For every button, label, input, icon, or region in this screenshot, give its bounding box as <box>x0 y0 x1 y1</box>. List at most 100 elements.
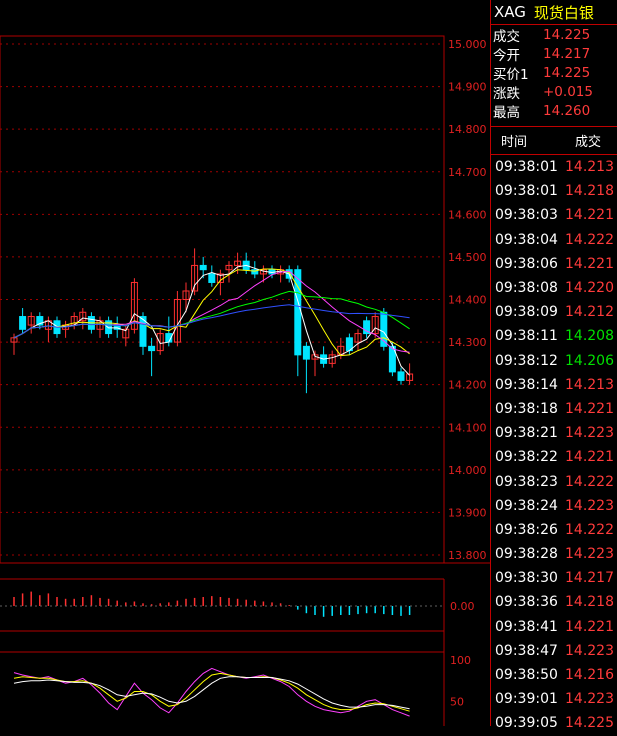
tick-row[interactable]: 09:38:47 14.223 <box>491 639 617 663</box>
tick-header-price: 成交 <box>575 135 602 150</box>
tick-row[interactable]: 09:38:12 14.206 <box>491 349 617 373</box>
tick-price: 14.222 <box>565 231 614 248</box>
tick-row[interactable]: 09:38:21 14.223 <box>491 421 617 445</box>
quote-value: 14.260 <box>543 102 591 119</box>
quote-label: 今开 <box>493 47 520 64</box>
tick-row[interactable]: 09:38:41 14.221 <box>491 615 617 639</box>
tick-price: 14.222 <box>565 473 614 490</box>
tick-price: 14.208 <box>565 328 614 345</box>
tick-price: 14.218 <box>565 594 614 611</box>
tick-row[interactable]: 09:38:14 14.213 <box>491 373 617 397</box>
tick-time: 09:38:36 <box>495 594 558 611</box>
tick-time: 09:38:30 <box>495 570 558 587</box>
tick-price: 14.223 <box>565 546 614 563</box>
quote-value: 14.225 <box>543 64 591 81</box>
tick-price: 14.221 <box>565 255 614 272</box>
tick-row[interactable]: 09:38:23 14.222 <box>491 469 617 493</box>
tick-time: 09:38:12 <box>495 352 558 369</box>
tick-price: 14.220 <box>565 280 614 297</box>
tick-time: 09:38:01 <box>495 183 558 200</box>
tick-time: 09:38:22 <box>495 449 558 466</box>
tick-row[interactable]: 09:38:22 14.221 <box>491 445 617 469</box>
quote-value: 14.217 <box>543 45 591 62</box>
y-tick-label: 14.400 <box>448 294 487 307</box>
tick-row[interactable]: 09:38:24 14.223 <box>491 494 617 518</box>
tick-price: 14.221 <box>565 449 614 466</box>
kline-chart-area[interactable]: 15.000 14.900 14.800 14.700 14.600 14.500 14.4… <box>0 0 490 726</box>
tick-time: 09:38:24 <box>495 497 558 514</box>
y-tick-label: 14.000 <box>448 464 487 477</box>
tick-price: 14.221 <box>565 400 614 417</box>
tick-time: 09:38:03 <box>495 207 558 224</box>
quote-row: 买价1 14.225 <box>491 63 617 83</box>
candle-body <box>199 264 207 271</box>
tick-row[interactable]: 09:38:04 14.222 <box>491 228 617 252</box>
tick-row[interactable]: 09:38:09 14.212 <box>491 300 617 324</box>
tick-time: 09:39:01 <box>495 691 558 708</box>
tick-time: 09:38:28 <box>495 546 558 563</box>
tick-row[interactable]: 09:38:01 14.218 <box>491 179 617 203</box>
quote-row: 成交 14.225 <box>491 25 617 45</box>
tick-row[interactable]: 09:39:01 14.223 <box>491 687 617 711</box>
tick-time: 09:38:21 <box>495 425 558 442</box>
tick-time: 09:38:11 <box>495 328 558 345</box>
y-tick-label: 14.900 <box>448 81 487 94</box>
instrument-name: 现货白银 <box>533 3 594 22</box>
tick-row[interactable]: 09:38:30 14.217 <box>491 566 617 590</box>
y-tick-label: 14.600 <box>448 208 487 221</box>
tick-time: 09:38:23 <box>495 473 558 490</box>
tick-time: 09:38:41 <box>495 618 558 635</box>
tick-row[interactable]: 09:38:26 14.222 <box>491 518 617 542</box>
quote-label: 成交 <box>493 28 520 45</box>
y-tick-label: 14.300 <box>448 336 487 349</box>
tick-row[interactable]: 09:38:01 14.213 <box>491 155 617 179</box>
candle-body <box>302 345 310 360</box>
oscillator-line <box>13 672 410 712</box>
quote-label: 买价1 <box>493 66 529 83</box>
tick-list[interactable]: 09:38:01 14.213 09:38:01 14.218 09:38:03 14.2… <box>491 155 617 736</box>
tick-time: 09:39:05 <box>495 715 558 732</box>
tick-price: 14.216 <box>565 667 614 684</box>
tick-row[interactable]: 09:38:11 14.208 <box>491 324 617 348</box>
tick-price: 14.223 <box>565 642 614 659</box>
quote-panel: XAG 现货白银 成交 14.225 今开 14.217 买价1 14.225 涨跌 +… <box>490 0 617 731</box>
tick-row[interactable]: 09:39:05 14.225 <box>491 711 617 735</box>
y-tick-label: 14.200 <box>448 379 487 392</box>
quote-row: 涨跌 +0.015 <box>491 82 617 102</box>
tick-row[interactable]: 09:38:28 14.223 <box>491 542 617 566</box>
tick-price: 14.213 <box>565 159 614 176</box>
quote-row: 最高 14.260 <box>491 101 617 121</box>
tick-price: 14.217 <box>565 570 614 587</box>
tick-price: 14.225 <box>565 715 614 732</box>
tick-list-header: 时间 成交 <box>491 127 617 154</box>
quote-row: 今开 14.217 <box>491 44 617 64</box>
y-tick-label: 15.000 <box>448 38 487 51</box>
tick-time: 09:38:14 <box>495 376 558 393</box>
tick-row[interactable]: 09:38:36 14.218 <box>491 590 617 614</box>
tick-time: 09:38:09 <box>495 304 558 321</box>
instrument-code: XAG <box>494 3 526 21</box>
y-tick-label: 14.800 <box>448 123 487 136</box>
tick-time: 09:38:47 <box>495 642 558 659</box>
tick-time: 09:38:26 <box>495 521 558 538</box>
tick-row[interactable]: 09:38:50 14.216 <box>491 663 617 687</box>
oscillator-tick-label: 50 <box>450 695 464 708</box>
tick-price: 14.218 <box>565 183 614 200</box>
tick-header-time: 时间 <box>501 135 528 150</box>
tick-time: 09:38:04 <box>495 231 558 248</box>
kline-chart[interactable]: 15.000 14.900 14.800 14.700 14.600 14.500 14.4… <box>0 0 490 726</box>
tick-price: 14.206 <box>565 352 614 369</box>
tick-price: 14.212 <box>565 304 614 321</box>
tick-row[interactable]: 09:38:06 14.221 <box>491 252 617 276</box>
y-tick-label: 14.700 <box>448 166 487 179</box>
quote-value: 14.225 <box>543 26 591 43</box>
tick-row[interactable]: 09:38:08 14.220 <box>491 276 617 300</box>
tick-time: 09:38:01 <box>495 159 558 176</box>
tick-row[interactable]: 09:38:03 14.221 <box>491 203 617 227</box>
y-tick-label: 13.800 <box>448 549 487 562</box>
tick-time: 09:38:08 <box>495 280 558 297</box>
y-tick-label: 13.900 <box>448 506 487 519</box>
tick-price: 14.221 <box>565 618 614 635</box>
tick-row[interactable]: 09:38:18 14.221 <box>491 397 617 421</box>
tick-time: 09:38:50 <box>495 667 558 684</box>
